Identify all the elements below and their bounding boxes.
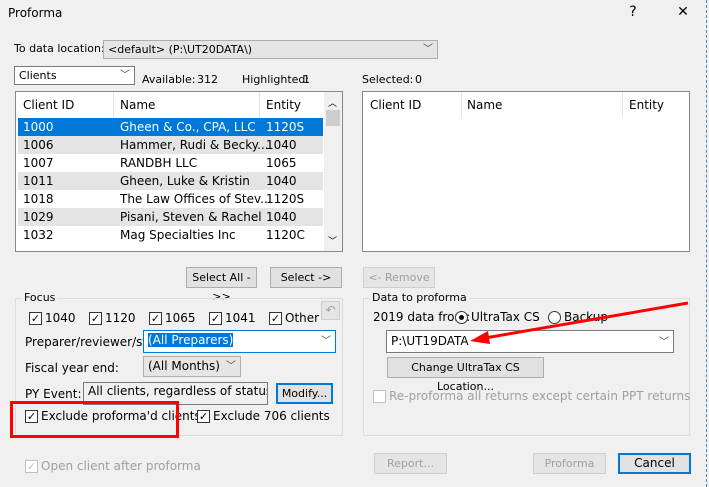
proforma-button[interactable]: Proforma <box>533 453 606 474</box>
annotation-arrow <box>470 301 689 344</box>
report-button[interactable]: Report... <box>374 453 447 474</box>
cancel-button[interactable]: Cancel <box>618 453 691 474</box>
